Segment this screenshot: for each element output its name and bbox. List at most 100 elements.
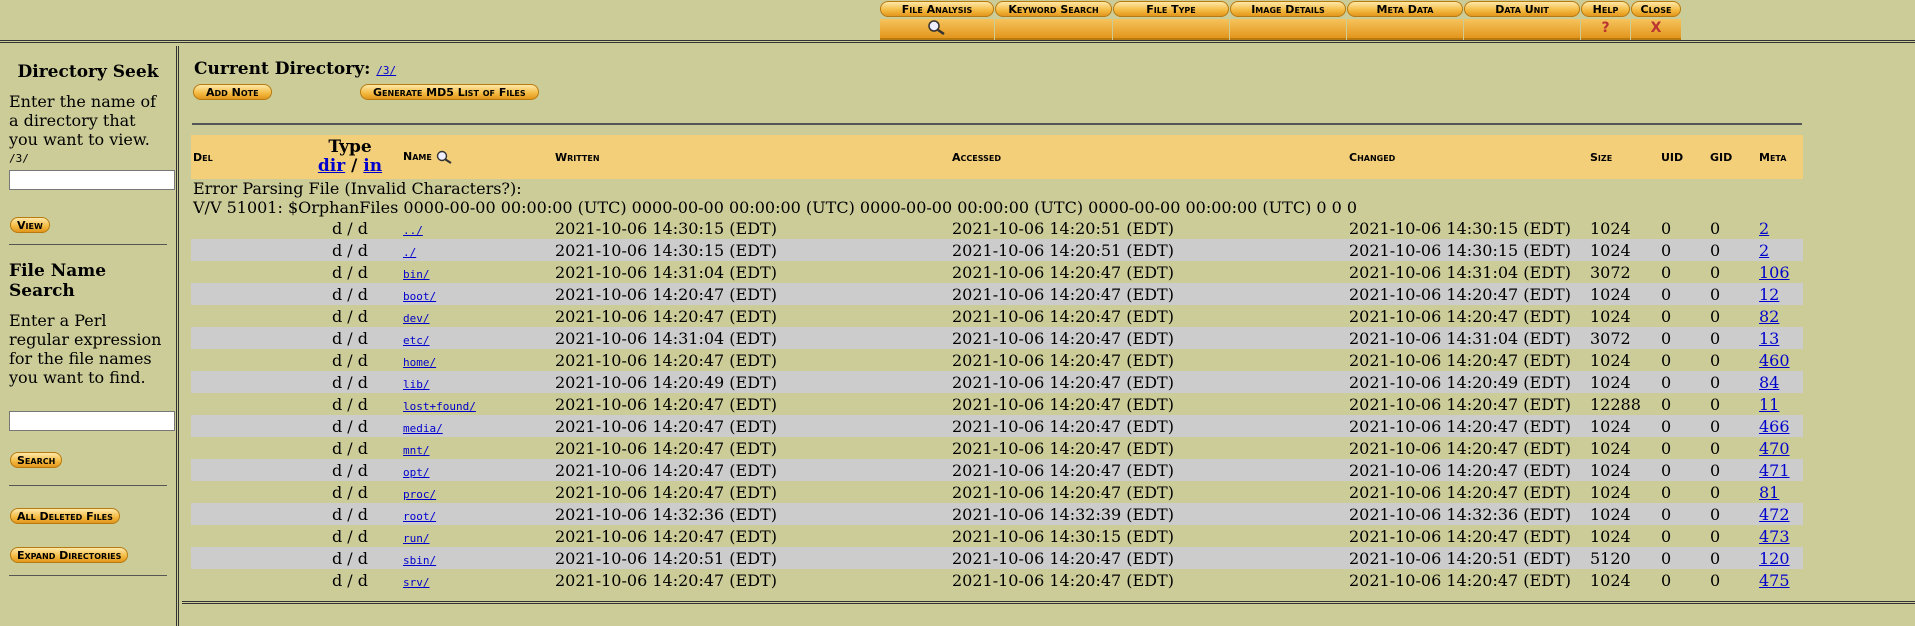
directory-link[interactable]: lib/ [403, 378, 430, 391]
all-deleted-files-button[interactable]: All Deleted Files [10, 508, 120, 524]
written-cell: 2021-10-06 14:20:47 (EDT) [553, 349, 950, 371]
uid-cell: 0 [1659, 349, 1708, 371]
meta-link[interactable]: 82 [1759, 307, 1779, 326]
column-type-label: Type [328, 137, 372, 157]
meta-link[interactable]: 2 [1759, 219, 1769, 238]
tab-keyword-search[interactable]: Keyword Search [995, 1, 1112, 40]
column-meta: Meta [1757, 135, 1803, 179]
gid-cell: 0 [1708, 261, 1757, 283]
meta-link[interactable]: 460 [1759, 351, 1790, 370]
name-cell: lib/ [401, 371, 553, 393]
meta-link[interactable]: 471 [1759, 461, 1790, 480]
type-cell: d / d [299, 393, 401, 415]
accessed-cell: 2021-10-06 14:32:39 (EDT) [950, 503, 1347, 525]
name-cell: ./ [401, 239, 553, 261]
size-cell: 1024 [1588, 371, 1659, 393]
tab-help[interactable]: Help ? [1581, 1, 1630, 40]
tab-file-type[interactable]: File Type [1113, 1, 1229, 40]
meta-link[interactable]: 466 [1759, 417, 1790, 436]
type-cell: d / d [299, 371, 401, 393]
directory-link[interactable]: etc/ [403, 334, 430, 347]
tab-file-type-label[interactable]: File Type [1113, 1, 1229, 17]
close-icon[interactable]: X [1631, 19, 1681, 40]
directory-link[interactable]: opt/ [403, 466, 430, 479]
tab-file-analysis[interactable]: File Analysis [880, 1, 994, 40]
tab-image-details-label[interactable]: Image Details [1230, 1, 1346, 17]
sort-type-dir-link[interactable]: dir [318, 156, 345, 176]
meta-link[interactable]: 2 [1759, 241, 1769, 260]
expand-directories-button[interactable]: Expand Directories [10, 547, 129, 563]
changed-cell: 2021-10-06 14:20:47 (EDT) [1347, 349, 1588, 371]
directory-link[interactable]: run/ [403, 532, 430, 545]
del-cell [191, 569, 299, 591]
meta-link[interactable]: 472 [1759, 505, 1790, 524]
search-button[interactable]: Search [10, 452, 63, 468]
table-row: d / d media/2021-10-06 14:20:47 (EDT) 2021… [191, 415, 1803, 437]
directory-link[interactable]: lost+found/ [403, 400, 476, 413]
add-note-button[interactable]: Add Note [193, 84, 272, 100]
tab-help-label[interactable]: Help [1581, 1, 1630, 17]
directory-link[interactable]: ./ [403, 246, 416, 259]
del-cell [191, 327, 299, 349]
table-row: d / d etc/2021-10-06 14:31:04 (EDT) 2021-1… [191, 327, 1803, 349]
directory-link[interactable]: mnt/ [403, 444, 430, 457]
del-cell [191, 415, 299, 437]
type-cell: d / d [299, 261, 401, 283]
type-cell: d / d [299, 349, 401, 371]
meta-link[interactable]: 81 [1759, 483, 1779, 502]
meta-link[interactable]: 12 [1759, 285, 1779, 304]
view-button[interactable]: View [10, 217, 50, 233]
tab-close[interactable]: Close X [1631, 1, 1681, 40]
changed-cell: 2021-10-06 14:20:47 (EDT) [1347, 525, 1588, 547]
directory-link[interactable]: home/ [403, 356, 436, 369]
tab-file-analysis-label[interactable]: File Analysis [880, 1, 994, 17]
tab-meta-data-label[interactable]: Meta Data [1347, 1, 1463, 17]
meta-link[interactable]: 475 [1759, 571, 1790, 590]
directory-link[interactable]: srv/ [403, 576, 430, 589]
directory-seek-path: /3/ [9, 152, 29, 165]
tab-keyword-search-label[interactable]: Keyword Search [995, 1, 1112, 17]
type-cell: d / d [299, 459, 401, 481]
directory-link[interactable]: proc/ [403, 488, 436, 501]
directory-link[interactable]: boot/ [403, 290, 436, 303]
tab-image-details[interactable]: Image Details [1230, 1, 1346, 40]
meta-cell: 13 [1757, 327, 1803, 349]
meta-link[interactable]: 13 [1759, 329, 1779, 348]
size-cell: 1024 [1588, 217, 1659, 239]
meta-link[interactable]: 106 [1759, 263, 1790, 282]
table-row: d / d bin/2021-10-06 14:31:04 (EDT) 2021-1… [191, 261, 1803, 283]
directory-link[interactable]: dev/ [403, 312, 430, 325]
help-icon[interactable]: ? [1581, 19, 1630, 40]
meta-cell: 11 [1757, 393, 1803, 415]
meta-link[interactable]: 473 [1759, 527, 1790, 546]
tab-data-unit-label[interactable]: Data Unit [1464, 1, 1580, 17]
accessed-cell: 2021-10-06 14:20:51 (EDT) [950, 239, 1347, 261]
sort-type-in-link[interactable]: in [363, 156, 382, 176]
tab-meta-data[interactable]: Meta Data [1347, 1, 1463, 40]
generate-md5-button[interactable]: Generate MD5 List of Files [360, 84, 539, 100]
meta-link[interactable]: 11 [1759, 395, 1779, 414]
tab-data-unit[interactable]: Data Unit [1464, 1, 1580, 40]
changed-cell: 2021-10-06 14:20:47 (EDT) [1347, 481, 1588, 503]
written-cell: 2021-10-06 14:20:49 (EDT) [553, 371, 950, 393]
directory-input[interactable] [9, 170, 175, 190]
meta-cell: 471 [1757, 459, 1803, 481]
directory-link[interactable]: bin/ [403, 268, 430, 281]
accessed-cell: 2021-10-06 14:20:47 (EDT) [950, 415, 1347, 437]
meta-link[interactable]: 470 [1759, 439, 1790, 458]
current-directory-link[interactable]: /3/ [376, 64, 396, 77]
del-cell [191, 371, 299, 393]
name-cell: ../ [401, 217, 553, 239]
size-cell: 3072 [1588, 261, 1659, 283]
directory-link[interactable]: media/ [403, 422, 443, 435]
changed-cell: 2021-10-06 14:20:47 (EDT) [1347, 415, 1588, 437]
directory-link[interactable]: ../ [403, 224, 423, 237]
meta-link[interactable]: 120 [1759, 549, 1790, 568]
meta-link[interactable]: 84 [1759, 373, 1779, 392]
search-icon[interactable] [436, 150, 454, 164]
directory-link[interactable]: root/ [403, 510, 436, 523]
tab-close-label[interactable]: Close [1631, 1, 1681, 17]
file-name-search-input[interactable] [9, 411, 175, 431]
uid-cell: 0 [1659, 547, 1708, 569]
directory-link[interactable]: sbin/ [403, 554, 436, 567]
